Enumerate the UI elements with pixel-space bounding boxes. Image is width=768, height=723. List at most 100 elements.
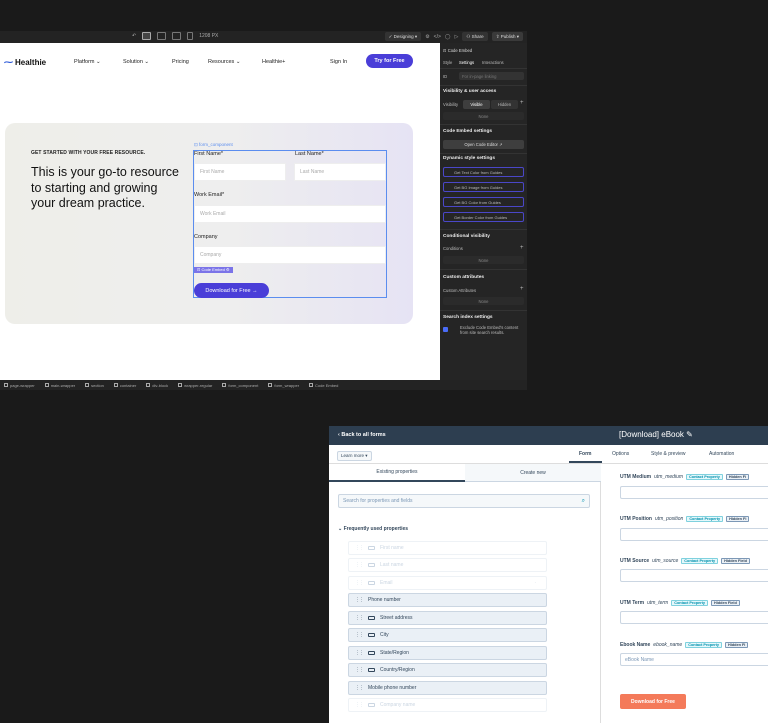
- field-internal-name: utm_source: [652, 558, 679, 564]
- tab-style-preview[interactable]: Style & preview: [651, 451, 685, 457]
- edit-pencil-icon[interactable]: ✎: [686, 430, 693, 439]
- settings-panel: ⊡ Code Embed Style Settings Interactions…: [440, 43, 527, 380]
- landscape-breakpoint-icon[interactable]: [172, 32, 182, 40]
- utm-position-input[interactable]: [620, 528, 768, 541]
- first-name-input[interactable]: First Name: [194, 163, 286, 181]
- code-icon[interactable]: </>: [434, 34, 441, 40]
- tab-options[interactable]: Options: [612, 451, 629, 457]
- nav-pricing[interactable]: Pricing: [172, 59, 189, 65]
- designer-canvas[interactable]: ⁓ Healthie Platform ⌄ Solution ⌄ Pricing …: [0, 43, 440, 380]
- hidden-toggle[interactable]: Hidden: [491, 100, 518, 109]
- learn-more-button[interactable]: Learn more ▾: [337, 451, 372, 461]
- id-label: ID: [443, 74, 448, 79]
- tab-style[interactable]: Style: [443, 60, 452, 65]
- property-item[interactable]: ⋮⋮ Street address: [348, 611, 547, 625]
- add-attribute-icon[interactable]: +: [520, 286, 524, 292]
- property-group-header[interactable]: ⌄ Frequently used properties: [338, 526, 408, 532]
- property-item[interactable]: ⋮⋮ City: [348, 628, 547, 642]
- site-logo[interactable]: ⁓ Healthie: [4, 57, 46, 68]
- field-label-text: UTM Position: [620, 516, 652, 522]
- get-text-color-button[interactable]: Get Text Color from Guides: [443, 167, 524, 177]
- divider: [440, 153, 527, 154]
- sign-in-link[interactable]: Sign In: [330, 59, 347, 65]
- breadcrumb-item[interactable]: container: [113, 383, 136, 388]
- nav-resources[interactable]: Resources ⌄: [208, 59, 240, 65]
- add-condition-icon[interactable]: +: [520, 245, 524, 251]
- tab-create-new[interactable]: Create new: [465, 464, 601, 482]
- utm-medium-input[interactable]: [620, 486, 768, 499]
- back-to-forms-link[interactable]: ‹ Back to all forms: [338, 432, 386, 438]
- try-for-free-button[interactable]: Try for Free: [366, 54, 413, 68]
- preview-icon[interactable]: ▷: [455, 34, 459, 40]
- utm-source-input[interactable]: [620, 569, 768, 582]
- download-for-free-button[interactable]: Download for Free →: [194, 283, 269, 298]
- last-name-input[interactable]: Last Name: [294, 163, 386, 181]
- form-field-label[interactable]: UTM Term utm_term Contact Property Hidden F…: [620, 600, 740, 606]
- form-field-label[interactable]: UTM Source utm_source Contact Property Hidd…: [620, 558, 750, 564]
- tab-interactions[interactable]: Interactions: [482, 60, 504, 65]
- comment-icon[interactable]: ◯: [445, 34, 451, 40]
- ebook-name-input[interactable]: eBook Name: [620, 653, 768, 666]
- breadcrumb-label: div-block: [152, 382, 169, 388]
- utm-term-input[interactable]: [620, 611, 768, 624]
- undo-icon[interactable]: ↶: [132, 33, 136, 39]
- element-icon: [4, 383, 8, 387]
- element-icon: [268, 383, 273, 387]
- property-search-input[interactable]: Search for properties and fields ⌕: [338, 494, 590, 508]
- property-item[interactable]: ⋮⋮ Mobile phone number: [348, 681, 547, 695]
- code-embed-tag[interactable]: ⊡ Code Embed ⚙: [194, 267, 233, 273]
- dynamic-style-heading: Dynamic style settings: [443, 156, 495, 161]
- download-for-free-submit[interactable]: Download for Free: [620, 694, 686, 709]
- tab-form[interactable]: Form: [579, 451, 592, 457]
- visible-toggle[interactable]: Visible: [463, 100, 490, 109]
- property-item[interactable]: ⋮⋮ State/Region: [348, 646, 547, 660]
- logo-text: Healthie: [15, 57, 47, 67]
- publish-button[interactable]: ⇧ Publish ▾: [491, 32, 523, 41]
- get-bg-color-button[interactable]: Get BG Color from Guides: [443, 197, 524, 207]
- canvas-width: 1208 PX: [199, 33, 219, 39]
- form-field-label[interactable]: UTM Position utm_position Contact Property…: [620, 516, 750, 522]
- add-visibility-icon[interactable]: +: [520, 100, 524, 106]
- drag-handle-icon[interactable]: ⋮⋮: [355, 597, 364, 603]
- drag-handle-icon[interactable]: ⋮⋮: [355, 650, 364, 656]
- desktop-breakpoint-icon[interactable]: [142, 32, 152, 40]
- breadcrumb-item[interactable]: div-block: [146, 383, 168, 388]
- nav-platform[interactable]: Platform ⌄: [74, 59, 101, 65]
- company-input[interactable]: Company: [194, 246, 386, 264]
- open-code-editor-button[interactable]: Open Code Editor ↗: [443, 140, 524, 149]
- get-bg-image-button[interactable]: Get BG Image from Guides: [443, 182, 524, 192]
- tab-automation[interactable]: Automation: [709, 451, 734, 457]
- breadcrumb-item[interactable]: page-wrapper: [4, 383, 35, 388]
- tablet-breakpoint-icon[interactable]: [157, 32, 167, 40]
- nav-healthie-plus[interactable]: Healthie+: [262, 59, 285, 65]
- breadcrumb-item[interactable]: wrapper-regular: [178, 383, 212, 388]
- breadcrumb-item[interactable]: main-wrapper: [44, 383, 75, 388]
- mobile-breakpoint-icon[interactable]: [187, 32, 194, 40]
- form-field-label[interactable]: UTM Medium utm_medium Contact Property Hidd…: [620, 474, 750, 480]
- tab-existing-properties[interactable]: Existing properties: [329, 464, 465, 482]
- settings-icon[interactable]: ⚙: [425, 34, 429, 40]
- breadcrumb-item[interactable]: form_wrapper: [268, 383, 299, 388]
- drag-handle-icon[interactable]: ⋮⋮: [355, 632, 364, 638]
- form-field-label[interactable]: Ebook Name ebook_name Contact Property Hidd…: [620, 642, 749, 648]
- work-email-input[interactable]: Work Email: [194, 205, 386, 223]
- share-button[interactable]: ⚇ Share: [462, 32, 488, 41]
- breadcrumb-item[interactable]: Code Embed: [309, 383, 338, 388]
- breadcrumb-item[interactable]: form_component: [222, 383, 258, 388]
- exclude-checkbox[interactable]: [443, 327, 448, 332]
- nav-solution[interactable]: Solution ⌄: [123, 59, 149, 65]
- designing-mode-button[interactable]: ✓ Designing ▾: [384, 32, 422, 41]
- tab-settings[interactable]: Settings: [459, 60, 474, 65]
- form-title[interactable]: [Download] eBook ✎: [619, 430, 693, 439]
- id-input[interactable]: For in-page linking: [459, 72, 524, 80]
- drag-handle-icon[interactable]: ⋮⋮: [355, 685, 364, 691]
- drag-handle-icon[interactable]: ⋮⋮: [355, 615, 364, 621]
- get-border-color-button[interactable]: Get Border Color from Guides: [443, 212, 524, 222]
- active-tab-indicator: [569, 461, 602, 463]
- property-item[interactable]: ⋮⋮ Phone number: [348, 593, 547, 607]
- breadcrumb-item[interactable]: section: [85, 383, 104, 388]
- search-icon[interactable]: ⌕: [582, 498, 585, 505]
- property-item[interactable]: ⋮⋮ Country/Region: [348, 663, 547, 677]
- contact-property-badge: Contact Property: [671, 600, 709, 606]
- drag-handle-icon[interactable]: ⋮⋮: [355, 667, 364, 673]
